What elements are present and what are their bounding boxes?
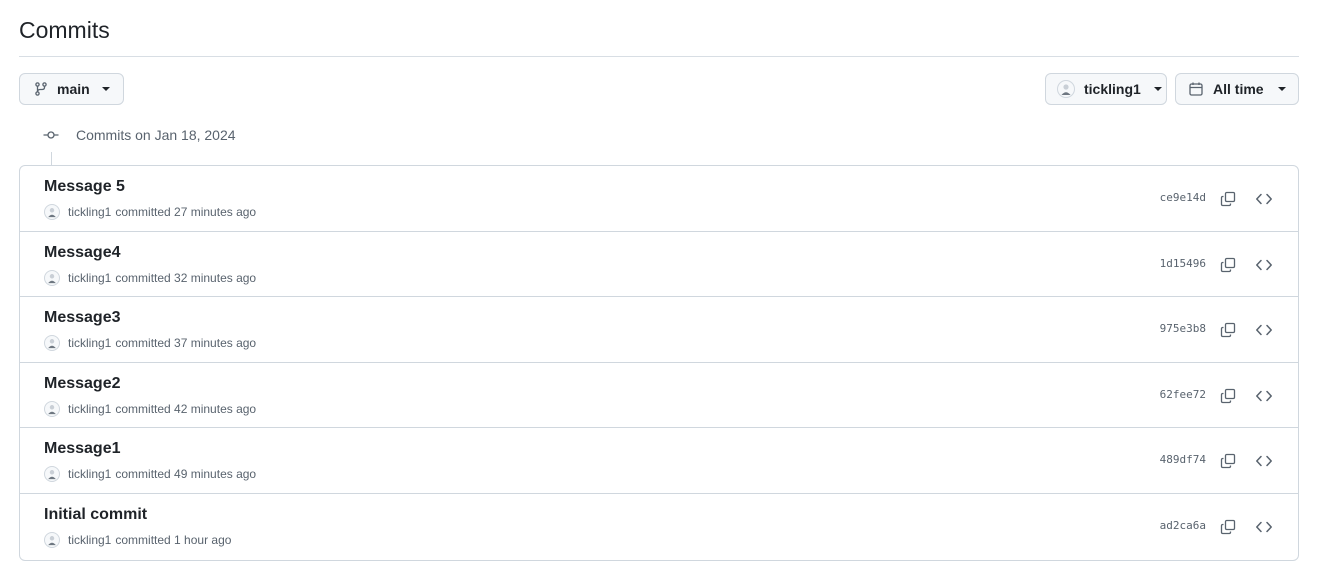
browse-repo-button[interactable] xyxy=(1252,449,1276,473)
git-branch-icon xyxy=(35,82,47,96)
avatar[interactable] xyxy=(44,204,60,220)
author-filter-label: tickling1 xyxy=(1084,81,1141,97)
branch-label: main xyxy=(57,81,90,97)
commit-row: Message3 tickling1 committed 37 minutes … xyxy=(20,297,1298,363)
copy-sha-button[interactable] xyxy=(1216,318,1240,342)
commit-message-link[interactable]: Initial commit xyxy=(44,506,147,524)
commit-row: Message4 tickling1 committed 32 minutes … xyxy=(20,232,1298,298)
commit-author-link[interactable]: tickling1 xyxy=(68,205,111,219)
copy-icon xyxy=(1220,454,1236,469)
commit-time: committed 32 minutes ago xyxy=(115,270,257,285)
avatar-image xyxy=(48,273,56,283)
commit-author-link[interactable]: tickling1 xyxy=(68,336,111,350)
copy-icon xyxy=(1220,191,1236,207)
branch-selector-button[interactable]: main xyxy=(19,73,124,105)
commits-page: Commits main tickling1 All time Commits … xyxy=(0,0,1327,588)
avatar[interactable] xyxy=(44,531,60,548)
avatar-image xyxy=(1061,84,1071,95)
code-icon xyxy=(1256,390,1272,402)
time-filter-button[interactable]: All time xyxy=(1175,73,1299,105)
browse-repo-button[interactable] xyxy=(1252,515,1276,539)
chevron-down-icon xyxy=(1277,87,1286,91)
copy-sha-button[interactable] xyxy=(1216,384,1240,408)
code-icon xyxy=(1256,259,1272,270)
copy-icon xyxy=(1220,323,1236,338)
commit-row: Message1 tickling1 committed 49 minutes … xyxy=(20,428,1298,494)
calendar-icon xyxy=(1189,82,1203,96)
commit-meta: tickling1 committed 42 minutes ago xyxy=(44,400,257,417)
author-filter-button[interactable]: tickling1 xyxy=(1045,73,1167,105)
commit-message-link[interactable]: Message2 xyxy=(44,375,121,393)
commit-message-link[interactable]: Message4 xyxy=(44,244,121,262)
chevron-down-icon xyxy=(1153,87,1162,91)
commit-list: Message 5 tickling1 committed 27 minutes… xyxy=(19,165,1299,561)
commit-row: Message 5 tickling1 committed 27 minutes… xyxy=(20,166,1298,232)
browse-repo-button[interactable] xyxy=(1252,384,1276,408)
commit-meta: tickling1 committed 37 minutes ago xyxy=(44,335,257,352)
avatar[interactable] xyxy=(44,400,60,417)
code-icon xyxy=(1256,521,1272,533)
avatar-image xyxy=(48,208,56,218)
copy-sha-button[interactable] xyxy=(1216,187,1240,211)
copy-sha-button[interactable] xyxy=(1216,515,1240,539)
commit-time: committed 49 minutes ago xyxy=(115,467,257,482)
commit-row: Initial commit tickling1 committed 1 hou… xyxy=(20,494,1298,560)
commit-meta: tickling1 committed 32 minutes ago xyxy=(44,269,257,286)
git-commit-icon xyxy=(43,131,59,139)
copy-icon xyxy=(1220,388,1236,403)
code-icon xyxy=(1256,193,1272,205)
timeline-connector xyxy=(51,152,52,165)
commit-author-link[interactable]: tickling1 xyxy=(68,467,111,481)
avatar[interactable] xyxy=(44,269,60,286)
avatar[interactable] xyxy=(44,335,60,352)
time-filter-label: All time xyxy=(1213,81,1264,97)
copy-icon xyxy=(1220,519,1236,535)
commit-meta: tickling1 committed 27 minutes ago xyxy=(44,204,256,220)
commit-sha-link[interactable]: ce9e14d xyxy=(1160,191,1206,204)
commit-time: committed 1 hour ago xyxy=(115,532,232,547)
page-title: Commits xyxy=(19,17,110,43)
commit-sha-link[interactable]: 62fee72 xyxy=(1160,388,1206,401)
avatar-image xyxy=(48,536,56,546)
commit-meta: tickling1 committed 1 hour ago xyxy=(44,531,232,548)
commit-author-link[interactable]: tickling1 xyxy=(68,402,111,416)
chevron-down-icon xyxy=(101,87,110,91)
code-icon xyxy=(1256,324,1272,336)
avatar[interactable] xyxy=(44,466,60,483)
avatar-image xyxy=(48,404,56,414)
copy-icon xyxy=(1220,257,1236,272)
avatar-image xyxy=(48,470,56,480)
commit-sha-link[interactable]: 975e3b8 xyxy=(1160,322,1206,335)
commit-sha-link[interactable]: 489df74 xyxy=(1160,453,1206,466)
browse-repo-button[interactable] xyxy=(1252,187,1276,211)
title-divider xyxy=(19,56,1299,57)
copy-sha-button[interactable] xyxy=(1216,253,1240,277)
commit-meta: tickling1 committed 49 minutes ago xyxy=(44,466,257,483)
avatar-image xyxy=(48,339,56,349)
commit-time: committed 37 minutes ago xyxy=(115,336,257,351)
code-icon xyxy=(1256,456,1272,467)
commit-author-link[interactable]: tickling1 xyxy=(68,533,111,547)
commit-message-link[interactable]: Message3 xyxy=(44,309,121,327)
commit-row: Message2 tickling1 committed 42 minutes … xyxy=(20,363,1298,429)
commit-group-header: Commits on Jan 18, 2024 xyxy=(42,126,236,144)
commit-time: committed 27 minutes ago xyxy=(115,205,257,219)
commit-time: committed 42 minutes ago xyxy=(115,401,257,416)
commit-message-link[interactable]: Message 5 xyxy=(44,178,125,196)
commit-author-link[interactable]: tickling1 xyxy=(68,271,111,285)
commit-group-date: Commits on Jan 18, 2024 xyxy=(76,127,236,143)
browse-repo-button[interactable] xyxy=(1252,253,1276,277)
browse-repo-button[interactable] xyxy=(1252,318,1276,342)
avatar xyxy=(1057,80,1075,98)
commit-message-link[interactable]: Message1 xyxy=(44,440,121,458)
copy-sha-button[interactable] xyxy=(1216,449,1240,473)
commit-sha-link[interactable]: ad2ca6a xyxy=(1160,519,1206,532)
commit-sha-link[interactable]: 1d15496 xyxy=(1160,257,1206,270)
